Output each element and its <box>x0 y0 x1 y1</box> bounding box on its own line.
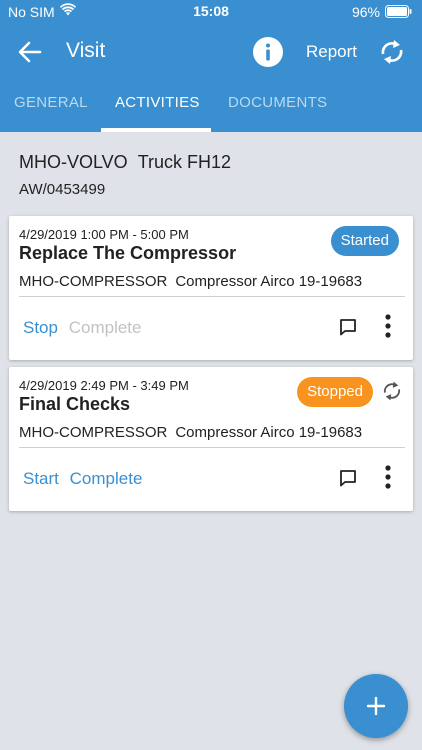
sync-icon[interactable] <box>378 37 406 67</box>
component-name: Compressor Airco 19-19683 <box>175 273 363 290</box>
tab-general[interactable]: GENERAL <box>14 94 88 111</box>
sync-icon[interactable] <box>381 379 403 403</box>
stop-button[interactable]: Stop <box>23 318 58 337</box>
activity-actions: Stop Complete <box>23 318 147 338</box>
activity-time-range: 4/29/2019 1:00 PM - 5:00 PM <box>19 227 189 242</box>
visit-header: MHO-VOLVO Truck FH12 AW/0453499 <box>19 152 231 198</box>
vehicle-line: MHO-VOLVO Truck FH12 <box>19 152 231 173</box>
order-number: AW/0453499 <box>19 181 106 198</box>
activity-card[interactable]: 4/29/2019 1:00 PM - 5:00 PM Replace The … <box>9 216 413 360</box>
status-bar: No SIM 15:08 96% <box>0 0 422 24</box>
vehicle-model: Truck FH12 <box>137 152 232 172</box>
status-badge: Stopped <box>297 377 373 407</box>
tab-documents[interactable]: DOCUMENTS <box>228 94 327 111</box>
status-badge: Started <box>330 226 399 256</box>
component-code: MHO-COMPRESSOR <box>19 424 168 441</box>
divider <box>19 447 405 448</box>
vehicle-code: MHO-VOLVO <box>19 152 128 172</box>
battery-icon <box>385 5 412 21</box>
activity-component: MHO-COMPRESSOR Compressor Airco 19-19683 <box>19 424 362 441</box>
more-vertical-icon[interactable] <box>385 465 391 489</box>
back-arrow-icon[interactable] <box>16 38 44 66</box>
plus-icon <box>366 696 386 716</box>
divider <box>19 296 405 297</box>
add-activity-button[interactable] <box>344 674 408 738</box>
app-bar: Visit Report <box>0 24 422 80</box>
component-name: Compressor Airco 19-19683 <box>175 424 363 441</box>
page-title: Visit <box>66 39 106 62</box>
more-vertical-icon[interactable] <box>385 314 391 338</box>
active-tab-indicator <box>101 128 211 132</box>
activity-title: Final Checks <box>19 394 131 414</box>
start-button[interactable]: Start <box>23 469 59 488</box>
activity-title: Replace The Compressor <box>19 243 237 263</box>
info-icon[interactable] <box>252 36 284 68</box>
activity-card[interactable]: 4/29/2019 2:49 PM - 3:49 PM Final Checks… <box>9 367 413 511</box>
battery-percentage: 96% <box>351 4 380 20</box>
activity-time-range: 4/29/2019 2:49 PM - 3:49 PM <box>19 378 189 393</box>
report-button[interactable]: Report <box>306 42 357 62</box>
comment-icon[interactable] <box>339 318 357 336</box>
complete-button: Complete <box>68 318 142 337</box>
activity-component: MHO-COMPRESSOR Compressor Airco 19-19683 <box>19 273 362 290</box>
complete-button[interactable]: Complete <box>70 469 143 488</box>
tab-activities[interactable]: ACTIVITIES <box>115 94 200 111</box>
comment-icon[interactable] <box>339 469 357 487</box>
component-code: MHO-COMPRESSOR <box>19 273 168 290</box>
activity-actions: Start Complete <box>23 469 148 489</box>
tab-bar: GENERAL ACTIVITIES DOCUMENTS <box>0 80 422 132</box>
